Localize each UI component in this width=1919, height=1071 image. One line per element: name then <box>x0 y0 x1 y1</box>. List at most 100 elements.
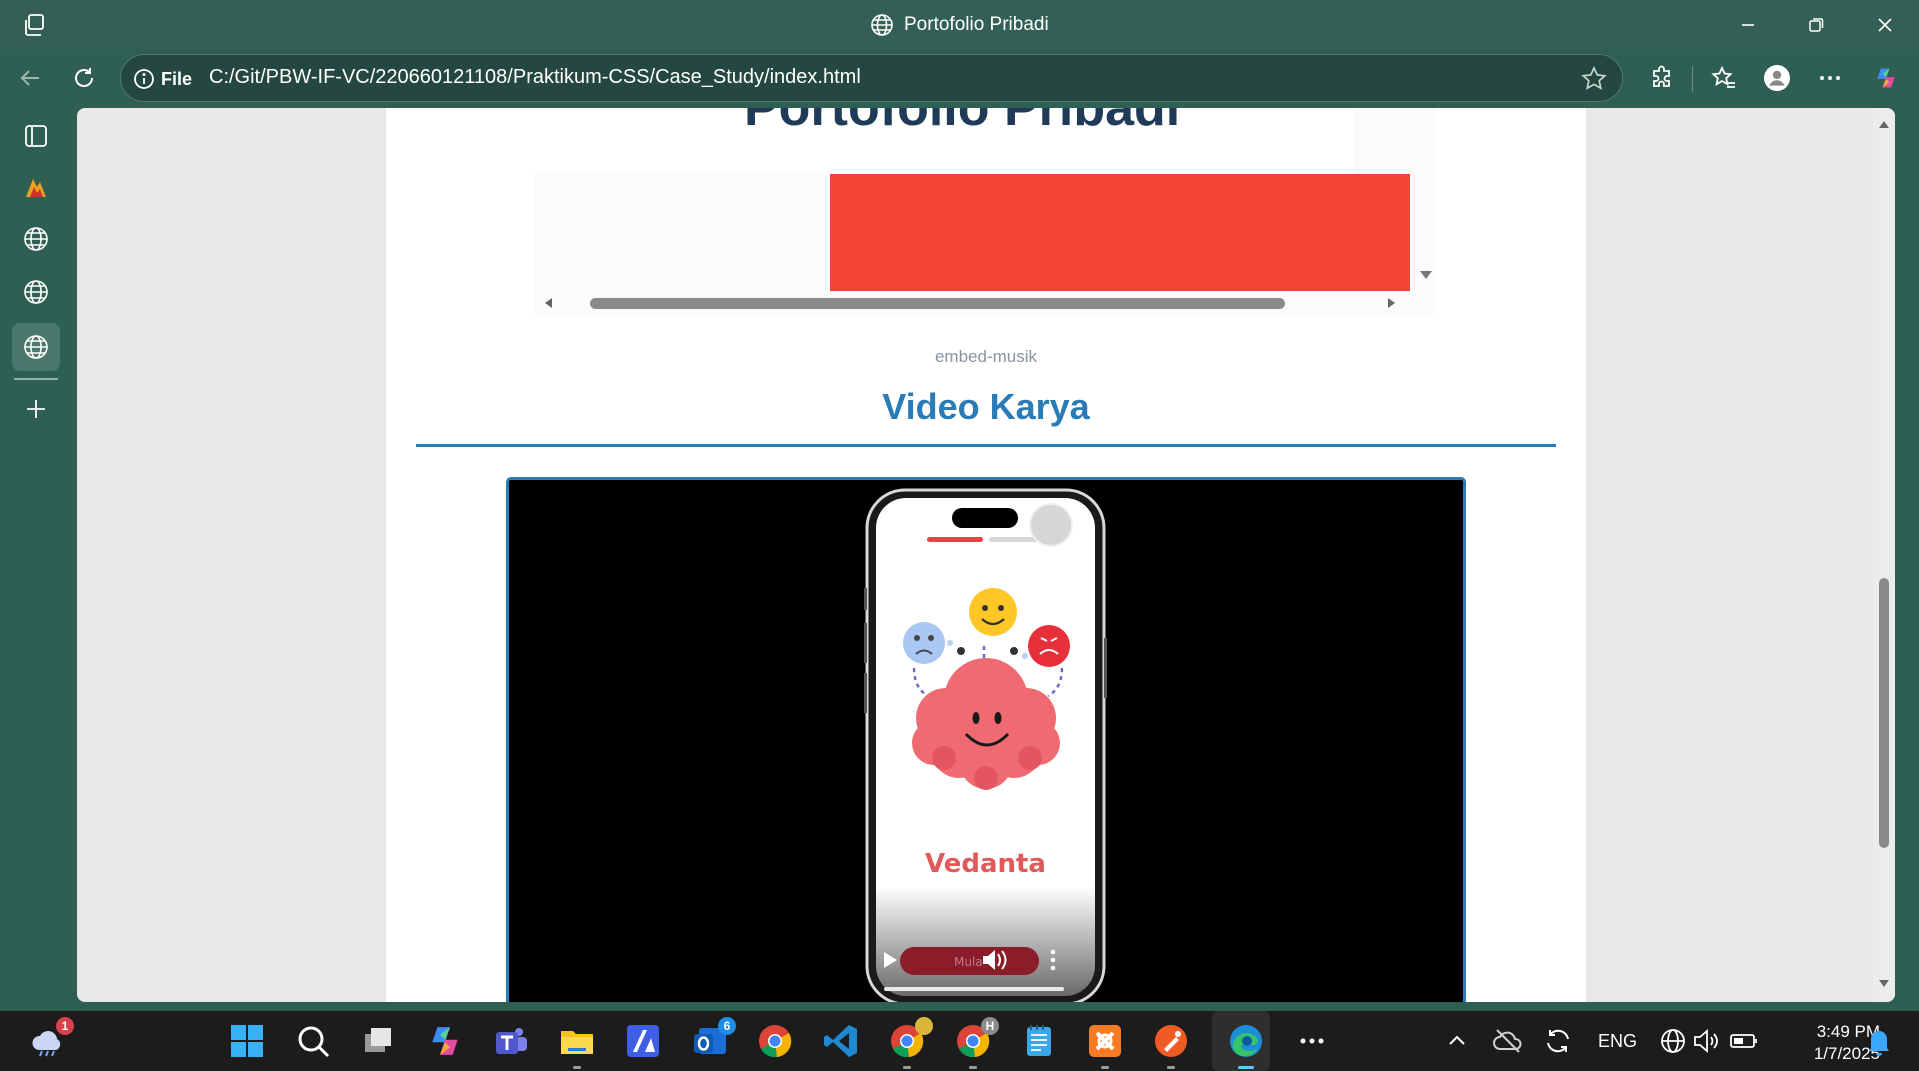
file-explorer-button[interactable] <box>557 1021 597 1069</box>
xampp-button[interactable] <box>1085 1021 1125 1069</box>
notepad-icon <box>1027 1025 1051 1056</box>
more-options-icon[interactable] <box>1050 949 1056 971</box>
web-viewport[interactable]: Portofolio Pribadi embed-musik Video Kar… <box>77 108 1895 1002</box>
chevron-up-icon <box>1449 1035 1465 1045</box>
page-scroll-thumb[interactable] <box>1879 578 1889 848</box>
address-bar[interactable]: File C:/Git/PBW-IF-VC/220660121108/Prakt… <box>120 54 1623 102</box>
toolbar-divider <box>1692 66 1693 92</box>
scroll-down-arrow-icon[interactable] <box>1877 976 1891 990</box>
more-apps-button[interactable] <box>1292 1021 1332 1061</box>
volume-button[interactable] <box>1689 1021 1723 1061</box>
postman-button[interactable] <box>1151 1021 1191 1069</box>
globe-icon <box>24 335 48 359</box>
scroll-up-arrow-icon[interactable] <box>1877 118 1891 132</box>
search-button[interactable] <box>293 1021 333 1061</box>
tab-panel-icon <box>25 125 47 147</box>
back-arrow-icon <box>20 70 39 86</box>
profile-button[interactable] <box>1757 58 1797 98</box>
copilot-taskbar-button[interactable] <box>425 1021 465 1061</box>
globe-icon <box>24 280 48 304</box>
start-button[interactable] <box>227 1021 267 1061</box>
xampp-icon <box>1089 1025 1121 1057</box>
chrome-button[interactable] <box>755 1021 795 1061</box>
vscode-button[interactable] <box>821 1021 861 1061</box>
visual-studio-app-button[interactable] <box>623 1021 663 1061</box>
music-embed-frame[interactable]: Portofolio Pribadi <box>534 108 1436 315</box>
star-icon <box>1581 66 1607 90</box>
postman-icon <box>1155 1025 1187 1057</box>
chrome-profile-1-button[interactable] <box>887 1017 933 1069</box>
favorites-button[interactable] <box>1704 58 1744 98</box>
back-button[interactable] <box>10 58 50 98</box>
page-vertical-scrollbar[interactable] <box>1873 108 1895 1002</box>
task-view-button[interactable] <box>358 1021 398 1061</box>
scroll-left-arrow-icon[interactable] <box>542 296 556 310</box>
more-menu-button[interactable] <box>1810 58 1850 98</box>
new-tab-button[interactable] <box>12 385 60 433</box>
profile-letter-badge: H <box>981 1017 999 1035</box>
restore-button[interactable] <box>1798 10 1834 40</box>
globe-icon <box>871 14 893 36</box>
sync-button[interactable] <box>1541 1021 1575 1061</box>
sync-icon <box>1547 1029 1569 1053</box>
app-icon <box>627 1025 659 1057</box>
folder-icon <box>561 1031 593 1054</box>
scroll-down-arrow-icon[interactable] <box>1418 266 1434 282</box>
close-button[interactable] <box>1867 10 1903 40</box>
chrome-icon <box>759 1025 792 1058</box>
workspaces-icon[interactable] <box>22 12 48 38</box>
bell-icon <box>1869 1031 1889 1056</box>
minimize-button[interactable] <box>1730 10 1766 40</box>
teams-button[interactable] <box>491 1021 531 1061</box>
scroll-right-arrow-icon[interactable] <box>1384 296 1398 310</box>
battery-button[interactable] <box>1727 1021 1761 1061</box>
avatar-icon <box>1764 65 1790 91</box>
windows-icon <box>231 1025 263 1057</box>
outlook-button[interactable]: 6 <box>690 1017 736 1061</box>
copilot-icon <box>1877 68 1895 88</box>
language-indicator[interactable]: ENG <box>1598 1031 1637 1052</box>
video-app-name: Vedanta <box>925 849 1046 879</box>
network-button[interactable] <box>1657 1021 1691 1061</box>
embed-scroll-thumb[interactable] <box>590 298 1285 309</box>
weather-widget[interactable]: 1 <box>28 1017 74 1061</box>
refresh-button[interactable] <box>64 58 104 98</box>
running-indicator <box>1167 1066 1175 1069</box>
teams-icon <box>496 1028 527 1054</box>
video-progress-bar[interactable] <box>884 987 1064 991</box>
favorite-star-button[interactable] <box>1580 65 1608 93</box>
section-title: Video Karya <box>882 386 1090 427</box>
profile-avatar-badge <box>915 1017 933 1035</box>
task-view-icon <box>365 1028 391 1052</box>
music-embed-content: Portofolio Pribadi <box>534 108 1354 174</box>
sidebar-tab-globe-active[interactable] <box>12 323 60 371</box>
ellipsis-icon <box>1300 1038 1324 1044</box>
section-divider <box>416 444 1556 447</box>
embed-horizontal-scrollbar[interactable] <box>534 291 1436 315</box>
sidebar-tab-globe-1[interactable] <box>12 215 60 263</box>
extensions-button[interactable] <box>1642 58 1682 98</box>
onedrive-button[interactable] <box>1491 1021 1525 1061</box>
chrome-profile-2-button[interactable]: H <box>953 1017 999 1069</box>
edge-button[interactable] <box>1226 1021 1266 1069</box>
video-player[interactable]: Vedanta Mula <box>506 477 1466 1002</box>
running-indicator <box>1101 1066 1109 1069</box>
globe-icon <box>24 227 48 251</box>
running-indicator <box>969 1066 977 1069</box>
sidebar-tab-xampp[interactable] <box>12 163 60 211</box>
copilot-button[interactable] <box>1866 58 1906 98</box>
xampp-tab-icon <box>26 179 46 197</box>
plus-icon <box>27 400 45 418</box>
url-text[interactable]: C:/Git/PBW-IF-VC/220660121108/Praktikum-… <box>209 66 861 89</box>
sidebar-tab-globe-2[interactable] <box>12 268 60 316</box>
vscode-icon <box>824 1025 857 1057</box>
globe-network-icon <box>1661 1029 1685 1053</box>
show-hidden-icons-button[interactable] <box>1442 1021 1472 1061</box>
site-info-button[interactable]: File <box>133 64 192 94</box>
notepad-button[interactable] <box>1019 1021 1059 1061</box>
title-bar: Portofolio Pribadi <box>0 0 1919 50</box>
embed-red-block <box>830 174 1410 291</box>
sidebar-tab-actions-button[interactable] <box>12 112 60 160</box>
cloud-offline-icon <box>1493 1029 1522 1053</box>
notifications-button[interactable] <box>1862 1021 1896 1061</box>
